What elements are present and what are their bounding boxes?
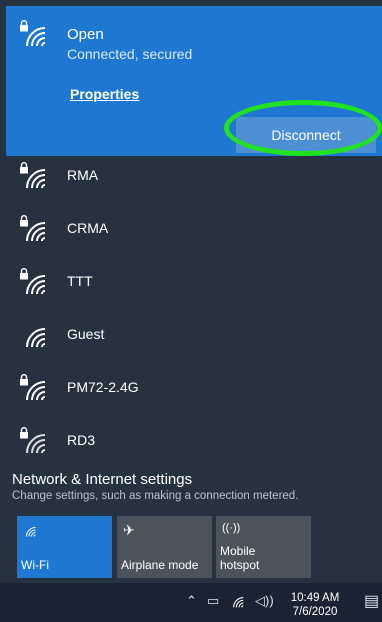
network-item-pm72[interactable]: PM72-2.4G: [0, 362, 382, 414]
properties-link[interactable]: Properties: [70, 86, 139, 102]
airplane-icon: ✈: [123, 522, 135, 538]
wifi-icon: [24, 167, 50, 189]
hotspot-icon: ((·)): [222, 522, 241, 534]
network-item-rma[interactable]: RMA: [0, 150, 382, 202]
network-item-ttt[interactable]: TTT: [0, 256, 382, 308]
network-name: RMA: [67, 167, 99, 183]
mobile-hotspot-tile[interactable]: ((·)) Mobile hotspot: [216, 516, 311, 578]
wifi-icon: [24, 25, 50, 47]
network-name: TTT: [67, 273, 93, 289]
notification-icon[interactable]: ▤: [364, 591, 379, 611]
network-name: Guest: [67, 326, 105, 342]
network-settings-description: Change settings, such as making a connec…: [12, 490, 299, 502]
chevron-up-icon[interactable]: ⌃: [186, 593, 197, 609]
network-flyout: Open Connected, secured Properties Disco…: [0, 0, 382, 583]
wifi-icon: [24, 432, 50, 454]
network-name: PM72-2.4G: [67, 379, 139, 395]
clock-date: 7/6/2020: [292, 606, 338, 618]
wifi-icon: [24, 326, 50, 348]
connected-network-name: Open: [67, 26, 104, 43]
tile-label: Airplane mode: [121, 558, 199, 572]
volume-icon[interactable]: ◁)): [255, 593, 274, 609]
disconnect-button[interactable]: Disconnect: [236, 117, 376, 153]
wifi-icon[interactable]: [232, 596, 246, 608]
wifi-icon: [24, 273, 50, 295]
network-name: CRMA: [67, 220, 109, 236]
connected-network-panel[interactable]: Open Connected, secured Properties Disco…: [6, 6, 382, 156]
wifi-toggle-tile[interactable]: Wi-Fi: [17, 516, 112, 578]
connection-status: Connected, secured: [67, 46, 193, 62]
wifi-icon: [24, 220, 50, 242]
wifi-icon: [25, 526, 38, 537]
battery-icon[interactable]: ▭: [207, 593, 219, 609]
airplane-mode-tile[interactable]: ✈ Airplane mode: [117, 516, 212, 578]
network-item-crma[interactable]: CRMA: [0, 203, 382, 255]
clock-time: 10:49 AM: [290, 592, 340, 604]
tile-label: Mobile hotspot: [220, 544, 260, 572]
network-name: RD3: [67, 432, 96, 448]
network-item-guest[interactable]: Guest: [0, 309, 382, 361]
taskbar-clock[interactable]: 10:49 AM 7/6/2020: [290, 591, 340, 619]
network-settings-link[interactable]: Network & Internet settings: [12, 471, 192, 488]
wifi-icon: [24, 379, 50, 401]
network-item-rd3[interactable]: RD3: [0, 415, 382, 467]
tile-label: Wi-Fi: [21, 558, 49, 572]
